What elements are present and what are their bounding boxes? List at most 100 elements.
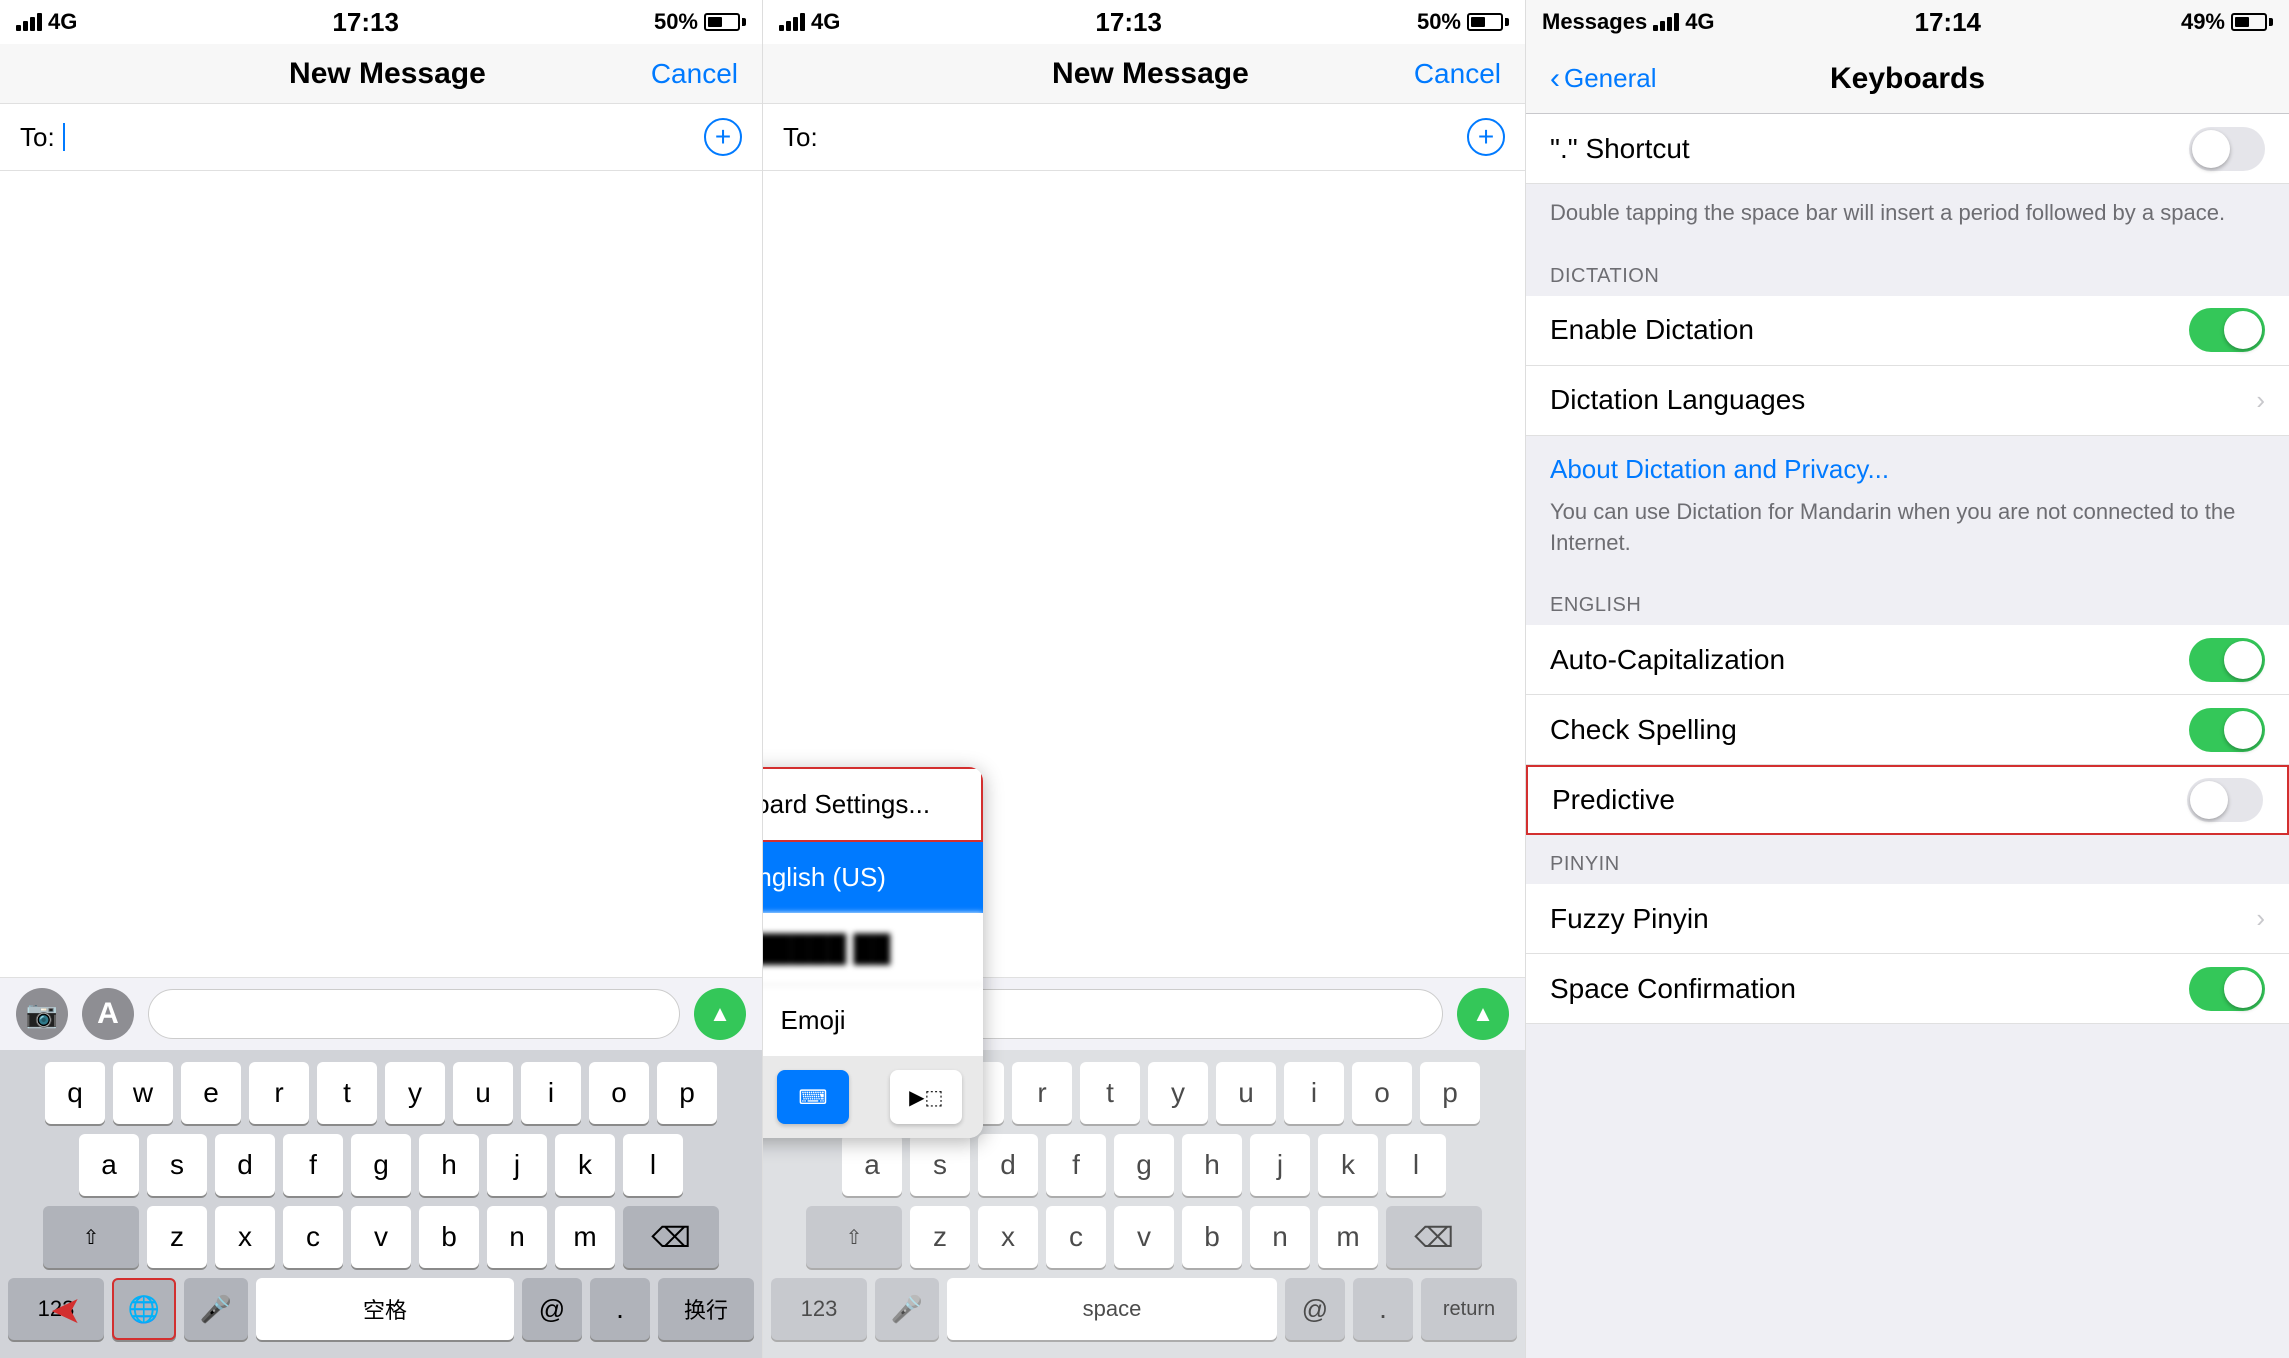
panel1-cancel-button[interactable]: Cancel bbox=[651, 58, 738, 90]
send-button[interactable]: ▲ bbox=[694, 988, 746, 1040]
p2-key-f[interactable]: f bbox=[1046, 1134, 1106, 1196]
p2-key-u[interactable]: u bbox=[1216, 1062, 1276, 1124]
p2-key-b[interactable]: b bbox=[1182, 1206, 1242, 1268]
key-n[interactable]: n bbox=[487, 1206, 547, 1268]
p2-key-c[interactable]: c bbox=[1046, 1206, 1106, 1268]
check-spelling-toggle[interactable] bbox=[2189, 708, 2265, 752]
key-c[interactable]: c bbox=[283, 1206, 343, 1268]
p2-key-delete[interactable]: ⌫ bbox=[1386, 1206, 1482, 1268]
key-huanxing[interactable]: 换行 bbox=[658, 1278, 754, 1340]
key-delete[interactable]: ⌫ bbox=[623, 1206, 719, 1268]
p2-key-g[interactable]: g bbox=[1114, 1134, 1174, 1196]
p3-status-left: Messages 4G bbox=[1542, 9, 1715, 35]
dictation-languages-label: Dictation Languages bbox=[1550, 384, 2256, 416]
p3-status-right: 49% bbox=[2181, 9, 2273, 35]
key-e[interactable]: e bbox=[181, 1062, 241, 1124]
emoji-item[interactable]: Emoji bbox=[763, 985, 983, 1056]
p2-send-button[interactable]: ▲ bbox=[1457, 988, 1509, 1040]
p2-add-recipient-button[interactable]: + bbox=[1467, 118, 1505, 156]
camera-button[interactable]: 📷 bbox=[16, 988, 68, 1040]
key-u[interactable]: u bbox=[453, 1062, 513, 1124]
appstore-button[interactable]: A bbox=[82, 988, 134, 1040]
keyboard-settings-item[interactable]: Keyboard Settings... bbox=[763, 767, 983, 842]
p2-key-period[interactable]: . bbox=[1353, 1278, 1413, 1340]
back-button[interactable]: ‹ General bbox=[1550, 62, 1657, 96]
panel2: 4G 17:13 50% New Message Cancel To: + ▲ bbox=[763, 0, 1526, 1358]
english-us-item[interactable]: English (US) bbox=[763, 842, 983, 913]
dictation-languages-row[interactable]: Dictation Languages › bbox=[1526, 366, 2289, 436]
key-p[interactable]: p bbox=[657, 1062, 717, 1124]
key-w[interactable]: w bbox=[113, 1062, 173, 1124]
auto-cap-toggle[interactable] bbox=[2189, 638, 2265, 682]
panel1-status-right: 50% bbox=[654, 9, 746, 35]
p2-key-space[interactable]: space bbox=[947, 1278, 1277, 1340]
globe-key[interactable]: 🌐 bbox=[112, 1278, 176, 1340]
p2-key-mic[interactable]: 🎤 bbox=[875, 1278, 939, 1340]
p2-key-h[interactable]: h bbox=[1182, 1134, 1242, 1196]
key-q[interactable]: q bbox=[45, 1062, 105, 1124]
enable-dictation-toggle[interactable] bbox=[2189, 308, 2265, 352]
p2-key-z[interactable]: z bbox=[910, 1206, 970, 1268]
p2-key-n[interactable]: n bbox=[1250, 1206, 1310, 1268]
imessage-input[interactable] bbox=[148, 989, 680, 1039]
fuzzy-pinyin-row[interactable]: Fuzzy Pinyin › bbox=[1526, 884, 2289, 954]
key-v[interactable]: v bbox=[351, 1206, 411, 1268]
p2-key-shift[interactable]: ⇧ bbox=[806, 1206, 902, 1268]
p2-key-p[interactable]: p bbox=[1420, 1062, 1480, 1124]
key-k[interactable]: k bbox=[555, 1134, 615, 1196]
p2-key-o[interactable]: o bbox=[1352, 1062, 1412, 1124]
p2-key-t[interactable]: t bbox=[1080, 1062, 1140, 1124]
key-shift[interactable]: ⇧ bbox=[43, 1206, 139, 1268]
key-t[interactable]: t bbox=[317, 1062, 377, 1124]
key-h[interactable]: h bbox=[419, 1134, 479, 1196]
panel2-status-left: 4G bbox=[779, 9, 840, 35]
key-j[interactable]: j bbox=[487, 1134, 547, 1196]
p2-key-numbers[interactable]: 123 bbox=[771, 1278, 867, 1340]
p2-key-v[interactable]: v bbox=[1114, 1206, 1174, 1268]
key-space[interactable]: 空格 bbox=[256, 1278, 514, 1340]
key-z[interactable]: z bbox=[147, 1206, 207, 1268]
predictive-toggle[interactable] bbox=[2187, 778, 2263, 822]
shortcut-toggle[interactable] bbox=[2189, 127, 2265, 171]
key-f[interactable]: f bbox=[283, 1134, 343, 1196]
p2-key-y[interactable]: y bbox=[1148, 1062, 1208, 1124]
p2-key-row-4: 123 🎤 space @ . return bbox=[771, 1278, 1517, 1340]
key-b[interactable]: b bbox=[419, 1206, 479, 1268]
kb-right-button[interactable]: ▶⬚ bbox=[890, 1070, 962, 1124]
kb-center-button[interactable]: ⌨ bbox=[777, 1070, 849, 1124]
p2-key-r[interactable]: r bbox=[1012, 1062, 1072, 1124]
about-dictation-link[interactable]: About Dictation and Privacy... bbox=[1550, 454, 2265, 485]
add-recipient-button[interactable]: + bbox=[704, 118, 742, 156]
key-i[interactable]: i bbox=[521, 1062, 581, 1124]
key-mic[interactable]: 🎤 bbox=[184, 1278, 248, 1340]
space-confirmation-label: Space Confirmation bbox=[1550, 973, 2189, 1005]
key-a[interactable]: a bbox=[79, 1134, 139, 1196]
key-x[interactable]: x bbox=[215, 1206, 275, 1268]
key-at[interactable]: @ bbox=[522, 1278, 582, 1340]
p2-key-at[interactable]: @ bbox=[1285, 1278, 1345, 1340]
p2-key-d[interactable]: d bbox=[978, 1134, 1038, 1196]
key-m[interactable]: m bbox=[555, 1206, 615, 1268]
p2-key-return[interactable]: return bbox=[1421, 1278, 1517, 1340]
p2-key-j[interactable]: j bbox=[1250, 1134, 1310, 1196]
key-y[interactable]: y bbox=[385, 1062, 445, 1124]
p2-key-i[interactable]: i bbox=[1284, 1062, 1344, 1124]
key-o[interactable]: o bbox=[589, 1062, 649, 1124]
p2-key-k[interactable]: k bbox=[1318, 1134, 1378, 1196]
key-row-1: q w e r t y u i o p bbox=[8, 1062, 754, 1124]
key-d[interactable]: d bbox=[215, 1134, 275, 1196]
dictation-note: You can use Dictation for Mandarin when … bbox=[1526, 491, 2289, 577]
p2-key-x[interactable]: x bbox=[978, 1206, 1038, 1268]
fuzzy-pinyin-label: Fuzzy Pinyin bbox=[1550, 903, 2256, 935]
panel2-cancel-button[interactable]: Cancel bbox=[1414, 58, 1501, 90]
key-r[interactable]: r bbox=[249, 1062, 309, 1124]
p2-key-a[interactable]: a bbox=[842, 1134, 902, 1196]
key-g[interactable]: g bbox=[351, 1134, 411, 1196]
key-l[interactable]: l bbox=[623, 1134, 683, 1196]
space-confirmation-toggle[interactable] bbox=[2189, 967, 2265, 1011]
key-s[interactable]: s bbox=[147, 1134, 207, 1196]
p2-key-s[interactable]: s bbox=[910, 1134, 970, 1196]
key-period[interactable]: . bbox=[590, 1278, 650, 1340]
p2-key-l[interactable]: l bbox=[1386, 1134, 1446, 1196]
p2-key-m[interactable]: m bbox=[1318, 1206, 1378, 1268]
